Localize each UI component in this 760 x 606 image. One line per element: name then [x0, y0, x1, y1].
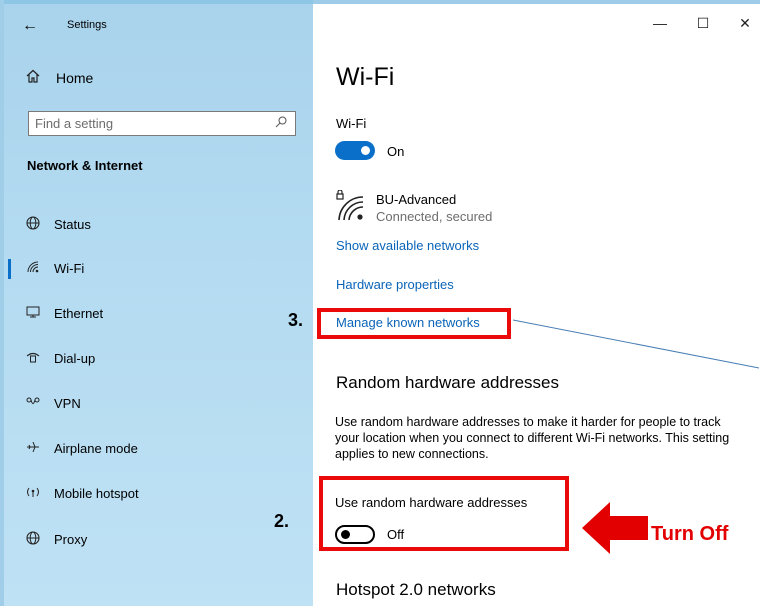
wifi-secured-icon — [335, 189, 367, 222]
wifi-toggle-label: Wi-Fi — [336, 116, 367, 131]
random-hw-description: Use random hardware addresses to make it… — [335, 415, 730, 461]
network-status: Connected, secured — [376, 209, 493, 224]
search-icon[interactable] — [275, 116, 287, 131]
phone-icon — [24, 350, 42, 367]
show-available-networks-link[interactable]: Show available networks — [336, 238, 479, 253]
sidebar-item-status[interactable]: Status — [0, 209, 313, 239]
selection-indicator — [8, 259, 11, 279]
sidebar-item-ethernet[interactable]: Ethernet — [0, 298, 313, 328]
wifi-toggle-state: On — [387, 144, 405, 159]
sidebar-item-vpn[interactable]: VPN — [0, 388, 313, 418]
toggle-knob — [361, 146, 370, 155]
sidebar-item-label: Status — [54, 216, 91, 232]
sidebar-item-mobile-hotspot[interactable]: Mobile hotspot — [0, 478, 313, 508]
sidebar-item-label: Ethernet — [54, 305, 104, 321]
minimize-button[interactable]: — — [645, 15, 675, 31]
section-title: Network & Internet — [27, 158, 143, 173]
search-input[interactable] — [29, 112, 259, 135]
red-arrow-icon — [582, 502, 648, 554]
page-title: Wi-Fi — [336, 63, 395, 91]
sidebar-item-label: Airplane mode — [54, 440, 138, 456]
highlight-box-step2 — [319, 476, 569, 551]
highlight-box-step3 — [317, 308, 511, 339]
globe-icon — [24, 215, 42, 233]
search-box[interactable] — [28, 111, 296, 136]
sidebar-item-label: Proxy — [54, 531, 88, 547]
maximize-button[interactable]: ☐ — [688, 15, 718, 32]
home-label: Home — [56, 70, 94, 86]
sidebar-item-label: Wi-Fi — [54, 260, 85, 276]
sidebar-top-edge — [0, 0, 313, 4]
sidebar-item-label: VPN — [54, 395, 81, 411]
hardware-properties-link[interactable]: Hardware properties — [336, 277, 454, 292]
sidebar-item-proxy[interactable]: Proxy — [0, 524, 313, 554]
sidebar-item-home[interactable]: Home — [26, 65, 93, 91]
back-button[interactable]: ← — [18, 14, 42, 38]
title-bar-strip — [313, 0, 760, 4]
sidebar-item-airplane-mode[interactable]: Airplane mode — [0, 433, 313, 463]
globe-icon — [24, 530, 42, 548]
wifi-icon — [24, 260, 42, 277]
step-3-label: 3. — [288, 310, 304, 330]
sidebar-item-label: Dial-up — [54, 350, 96, 366]
close-button[interactable]: ✕ — [730, 15, 760, 32]
home-icon — [26, 69, 46, 87]
step-2-label: 2. — [274, 511, 290, 531]
window-title: Settings — [67, 19, 107, 31]
turn-off-callout: Turn Off — [651, 523, 729, 545]
wifi-toggle[interactable] — [335, 141, 375, 160]
random-hw-heading: Random hardware addresses — [336, 373, 560, 392]
ethernet-icon — [24, 305, 42, 322]
settings-sidebar: ← Settings Home Network & Internet Statu… — [0, 0, 313, 606]
vpn-icon — [24, 395, 42, 412]
pointer-line — [512, 319, 760, 369]
sidebar-item-wifi[interactable]: Wi-Fi — [0, 253, 313, 283]
hotspot-heading: Hotspot 2.0 networks — [336, 580, 496, 599]
airplane-icon — [24, 440, 42, 457]
hotspot-icon — [24, 485, 42, 502]
sidebar-item-dialup[interactable]: Dial-up — [0, 343, 313, 373]
sidebar-item-label: Mobile hotspot — [54, 485, 139, 501]
network-name: BU-Advanced — [376, 192, 457, 207]
